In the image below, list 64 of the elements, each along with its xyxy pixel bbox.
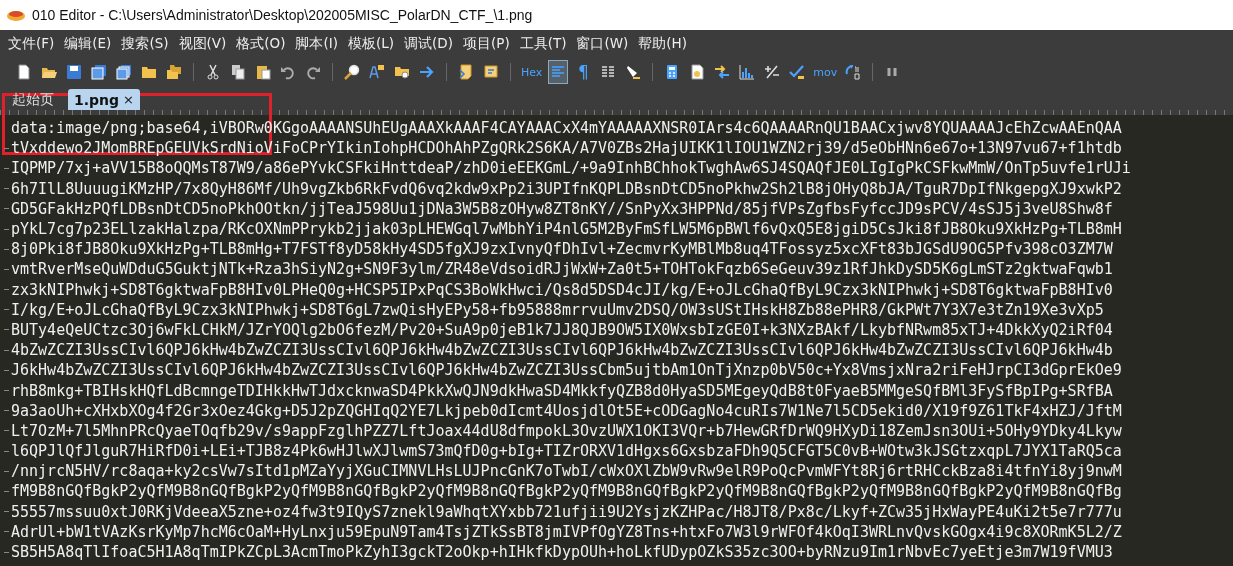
menu-item[interactable]: 模板(L) — [345, 34, 403, 53]
toolbar-button[interactable]: mov — [812, 60, 839, 84]
text-line: GD5GFakHzPQfLDBsnDtCD5noPkhOOtkn/jjTeaJ598Uu1jDNa3W5B8zOHyw8ZT8nKY//SnPyXx3HPPNd/85jfVPsZgfbsFyfccJD9sPCV/4sSJ5j3veU8Shw8f — [11, 199, 1113, 218]
save-all-icon[interactable] — [116, 64, 132, 80]
text-line: J6kHw4bZwZCZI3UssCIvl6QPJ6kHw4bZwZCZI3UssCIvl6QPJ6kHw4bZwZCZI3UssCbm5ujtbAm1OnTjXnzp0bV50c+Yx8VmsjxNra2riFeHJrpCI3dGprEkOe9 — [11, 361, 1122, 380]
app-logo-icon — [6, 8, 26, 22]
toolbar-button[interactable]: ¶ — [573, 60, 594, 84]
menu-item[interactable]: 文件(F) — [6, 34, 63, 53]
text-line: vmtRverMseQuWDduG5GuktjNTk+Rza3hSiyN2g+SN9F3ylm/ZR48eVdsoidRJjWxW+Za0t5+TOHTokFqzb6SeGeuv39z1RfJhkDySD5K6gLmSTz2gktwaFqwb1 — [11, 260, 1113, 279]
histogram-icon[interactable] — [739, 64, 756, 80]
text-line: 55557mssuu0xtJ0RKjVdeeaX5zne+oz4fw3t9IQyS7znekl9aWhqtXYxbb721ufjii9U2YsjzKZHPac/H8JT8/Px8c/Lkyf+ZCw35jHxWayPE4uKi2t5e7r777u — [11, 502, 1122, 521]
text-line: 4bZwZCZI3UssCIvl6QPJ6kHw4bZwZCZI3UssCIvl6QPJ6kHw4bZwZCZI3UssCIvl6QPJ6kHw4bZwZCZI3UssCIvl6QPJ6kHw4bZwZCZI3UssCIvl6QPJ6kHw4b — [11, 341, 1113, 360]
plus-minus-icon[interactable] — [764, 64, 781, 80]
highlight-icon[interactable] — [625, 64, 642, 80]
text-line: rhB8mkg+TBIHskHQfLdBcmngeTDIHkkHwTJdxcknwaSD4PkkXwQJN9dkHwaSD4MkkfyQZB8d0HyaSD5MEgeyQdB8t0FyaeB5MMgeSQfBMl3FySfBpIPg+SRfBA — [11, 381, 1113, 400]
text-line: 8j0Pki8fJB8Oku9XkHzPg+TLB8mHg+T7FSTf8yD58kHy4SD5fgXJ9zxIvnyQfDhIvl+ZecmvrKyMBlMb8uq4TFossyz5xcXFt83bJGSdU9OG5Pfv398cO3ZM7W — [11, 240, 1113, 259]
text-line: 6h7IlL8UuuugiKMzHP/7x8QyH86Mf/Uh9vgZkb6RkFvdQ6vq2kdw9xPp2i3UPIfnKQPLDBsnDtCD5noPkhw2Sh2lB8jOHyQ8bJA/TguR7DpIfNkgepgXJ9xwkP2 — [11, 179, 1122, 198]
base-convert-icon[interactable] — [845, 64, 862, 80]
template-icon[interactable] — [483, 64, 499, 80]
menu-item[interactable]: 搜索(S) — [119, 34, 177, 53]
menu-item[interactable]: 编辑(E) — [62, 34, 120, 53]
check-edit-icon[interactable] — [789, 64, 806, 80]
new-file-icon[interactable] — [16, 64, 32, 80]
toolbar-button[interactable]: Hex — [520, 60, 544, 84]
text-line: I/kg/E+oJLcGhaQfByL9Czx3kNIPhwkj+SD8T6gL7zwQisHyEPy58+fb95888mrrvuUmv2DSQ/OW3sUStIHskH8Zb88ePHR8/GkPWt7Y3X7e3tZn19Xe3vXp5 — [11, 300, 1104, 319]
copy-icon[interactable] — [230, 64, 246, 80]
text-line: pYkL7cg7p23ELlzakHalzpa/RKcOXNmPPrykb2jjak03pLHEWGql7wMbhYiP4nlG5M2ByFmSfLW5M6pBWlf6vQxQ5E8jgiD5CsJki8fJB8Oku9XkHzPg+TLB8mH — [11, 220, 1122, 239]
redo-icon[interactable] — [305, 64, 321, 80]
menu-item[interactable]: 脚本(I) — [293, 34, 346, 53]
text-line: AdrUl+bW1tVAzKsrKyMp7hcM6cOaM+HyLnxju59EpuN9Tam4TsjZTkSsBT8jmIVPfOgYZ8Tns+htxFo7W3l9rWFOf4kOqI3WRLnvQvskGOgx4i9c8XORmK5L2/Z — [11, 522, 1122, 541]
text-line: IQPMP/7xj+aVV15B8oQQMsT87W9/a86ePYvkCSFkiHnttdeaP/zhD0ieEEKGmL/+9a9InhBChhokTwghAw6SJ4SQAQfJE0LIgIgPkCSFkwMmW/OnTp5uvfe1rUJi — [11, 159, 1131, 178]
menu-item[interactable]: 工具(T) — [517, 34, 575, 53]
save-icon[interactable] — [66, 64, 82, 80]
replace-icon[interactable] — [369, 64, 385, 80]
text-line: 9a3aoUh+cXHxbXOg4f2Gr3xOez4Gkg+D5J2pZQGHIqQ2YE7Lkjpeb0dIcmt4UosjdlOt5E+cODGagNo4cuRIs7W1Ne7l5CD5ekid0/X19f9Z61TkF4xHZJ/JftM — [11, 401, 1122, 420]
menu-item[interactable]: 帮助(H) — [636, 34, 695, 53]
menu-item[interactable]: 视图(V) — [176, 34, 235, 53]
folders-icon[interactable] — [166, 64, 182, 80]
folder-icon[interactable] — [141, 64, 157, 80]
text-line: fM9B8nGQfBgkP2yQfM9B8nGQfBgkP2yQfM9B8nGQfBgkP2yQfM9B8nGQfBgkP2yQfM9B8nGQfBgkP2yQfM9B8nGQfBgkP2yQfM9B8nGQfBgkP2yQfM9B8nGQfBg — [11, 482, 1122, 501]
menu-item[interactable]: 调试(D) — [402, 34, 461, 53]
paste-icon[interactable] — [255, 64, 271, 80]
goto-icon[interactable] — [419, 64, 435, 80]
undo-icon[interactable] — [280, 64, 296, 80]
window-title: 010 Editor - C:\Users\Administrator\Desktop\202005MISC_PolarDN_CTF_\1.png — [32, 7, 533, 23]
checksum-icon[interactable] — [689, 64, 706, 80]
text-line: l6QPJlQfJlguR7HiRfD0i+LEi+TJB8z4Pk6wHJlwXJlwmS73mQfD0g+bIg+TIZrORXV1dHgxs6GxsbzaFDh9Q5CFGT5C0vB+WOtw3kJSGtzxqpL7JYX1TaRQ5ca — [11, 442, 1122, 461]
text-line: zx3kNIPhwkj+SD8T6gktwaFpB8HIv0LPHeQ0g+HCSP5IPxPqCS3BoWkHwci/Qs8d5DSD4cJI/kg/E+oJLcGhaQfByL9Czx3kNIPhwkj+SD8T6gktwaFpB8HIv0 — [11, 280, 1113, 299]
cut-icon[interactable] — [205, 64, 221, 80]
text-line: Lt7OzM+7l5MhnPRcQyaeTOqfb29v/s9appFzglhPZZ7LftJoax44dU8dfmpokL3OvzUWX1OKI3VQr+b7HewGRfDrWQ9HXyDi18ZemJsn3OUi+5OHy9YDky4Lkyw — [11, 421, 1122, 440]
text-line: /nnjrcN5HV/rc8aqa+ky2csVw7sItd1pMZaYyjXGuCIMNVLHsLUJPncGnK7oTwbI/cWxOXlZbW9vRw9elR9PoQcPvmWFYt8Rj6rtRHCckBza8i4tfnYi8yj9nwM — [11, 462, 1122, 481]
search-icon[interactable] — [344, 64, 360, 80]
menu-item[interactable]: 格式(O) — [234, 34, 294, 53]
script-icon[interactable] — [458, 64, 474, 80]
text-line: BUTy4eQeUCtzc3Oj6wFkLCHkM/JZrYOQlg2bO6fezM/Pv20+SuA9p0jeB1k7JJ8QJB9OW5IX0WxsbIzGE0I+k3NXzBAkf/LkybfNRwm85xTJ+4DkkXyQ2iRf04 — [11, 320, 1113, 339]
compare-icon[interactable] — [714, 64, 731, 80]
menu-item[interactable]: 窗口(W) — [574, 34, 637, 53]
save-as-icon[interactable] — [91, 64, 107, 80]
find-files-icon[interactable] — [394, 64, 410, 80]
close-icon[interactable]: × — [123, 92, 134, 107]
text-line: SB5H5A8qTlIfoaC5H1A8qTmIPkZCpL3AcmTmoPkZyhI3gckT2oOkp+hIHkfkDypOUh+hoLkfUDypOZkS35zc3OO+byRNzu9Im1rNbvEc7yeEtje3m7W19fVMU3 — [11, 543, 1113, 562]
menu-item[interactable]: 项目(P) — [460, 34, 518, 53]
file-tab[interactable]: 1.png × — [68, 89, 140, 110]
columns-icon[interactable] — [600, 64, 617, 80]
